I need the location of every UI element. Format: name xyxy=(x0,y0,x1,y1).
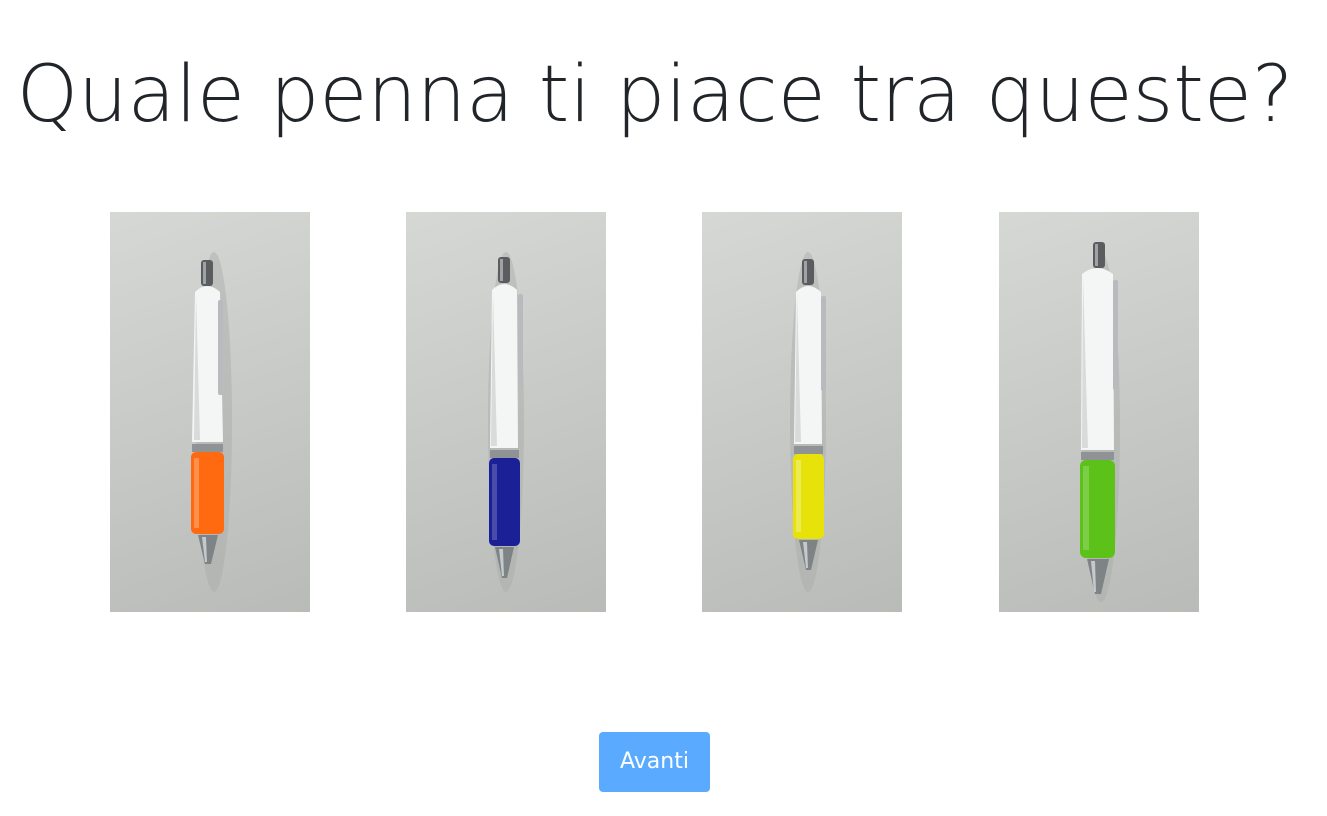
pen-image-orange xyxy=(191,252,232,592)
survey-page: Quale penna ti piace tra queste? Avanti xyxy=(0,0,1327,816)
next-button[interactable]: Avanti xyxy=(599,732,710,792)
pen-option-blue[interactable] xyxy=(406,212,606,612)
question-title: Quale penna ti piace tra queste? xyxy=(16,50,1294,140)
pen-image-blue xyxy=(488,252,524,592)
pen-option-orange[interactable] xyxy=(110,212,310,612)
pen-option-green[interactable] xyxy=(999,212,1199,612)
pen-option-yellow[interactable] xyxy=(702,212,902,612)
pen-image-yellow xyxy=(790,252,826,592)
pen-image-green xyxy=(1080,242,1120,602)
